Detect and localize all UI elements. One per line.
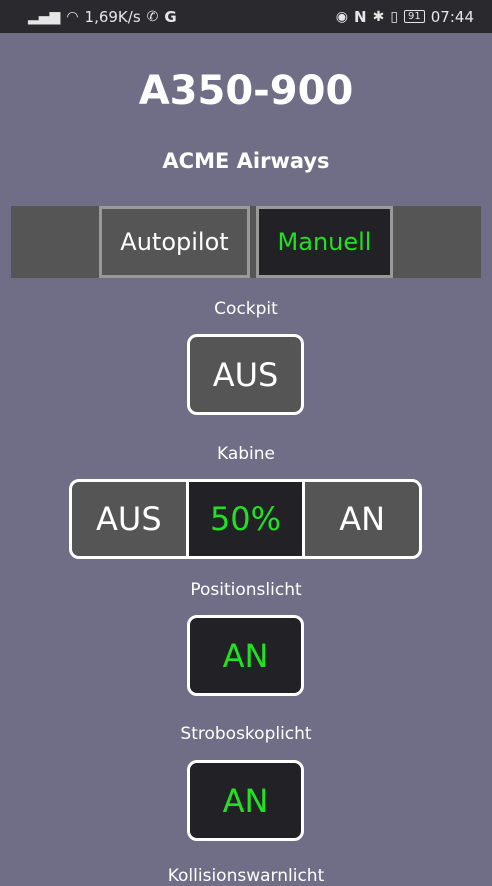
call-icon: ✆ [146,8,159,25]
battery-indicator: 91 [404,10,425,23]
g-indicator: G [164,7,177,26]
airline-name: ACME Airways [162,149,330,173]
signal-icon: ▂▄▆ [28,8,61,25]
cockpit-toggle[interactable]: AUS [187,334,304,415]
stroboskoplicht-label: Stroboskoplicht [180,724,312,744]
network-speed: 1,69K/s [84,7,141,26]
status-bar: ▂▄▆ ◠ 1,69K/s ✆ G ◉ N ✱ ▯ 91 07:44 [0,0,492,33]
eye-icon: ◉ [335,8,349,25]
status-bar-right: ◉ N ✱ ▯ 91 07:44 [336,8,474,26]
positionslicht-toggle[interactable]: AN [187,615,304,696]
kabine-option-an[interactable]: AN [305,482,419,556]
status-bar-left: ▂▄▆ ◠ 1,69K/s ✆ G [28,8,177,26]
vibrate-icon: ▯ [390,8,399,25]
stroboskoplicht-toggle[interactable]: AN [187,760,304,841]
nfc-icon: N [354,7,367,26]
kabine-label: Kabine [216,444,275,464]
mode-selector: Autopilot Manuell [11,206,481,278]
autopilot-button[interactable]: Autopilot [99,206,250,278]
cockpit-label: Cockpit [214,299,278,319]
manuell-button[interactable]: Manuell [256,206,393,278]
kollisionswarnlicht-label: Kollisionswarnlicht [167,866,325,886]
wifi-icon: ◠ [66,8,79,25]
page-title: A350-900 [138,68,354,114]
kabine-selector: AUS 50% AN [69,479,422,559]
kabine-option-50[interactable]: 50% [188,482,303,556]
positionslicht-label: Positionslicht [190,580,302,600]
kabine-option-aus[interactable]: AUS [72,482,186,556]
bluetooth-icon: ✱ [372,8,385,25]
clock: 07:44 [430,7,474,26]
